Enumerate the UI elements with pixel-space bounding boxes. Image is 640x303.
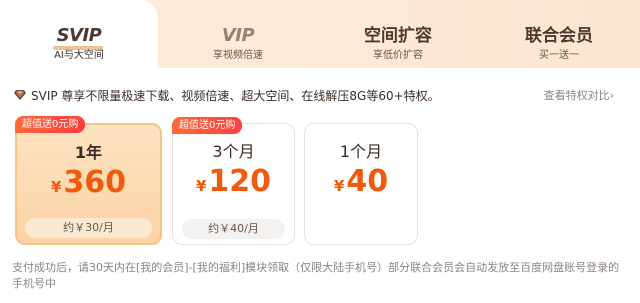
promo-badge: 超值送0元购 [172,117,243,134]
currency-symbol: ¥ [333,177,345,195]
plan-price: ¥120 [173,163,294,201]
tab-joint-subtitle: 买一送一 [539,50,579,61]
monthly-price: 约￥30/月 [25,218,152,238]
tab-svip-subtitle: AI与大空间 [54,50,104,61]
tab-vip-subtitle: 享视频倍速 [213,50,263,61]
tab-vip[interactable]: VIP 享视频倍速 [158,0,318,68]
chevron-right-icon: › [609,89,614,102]
tab-joint-membership[interactable]: 联合会员 买一送一 [478,0,640,68]
price-value: 40 [346,164,389,199]
plan-panel: SVIP 尊享不限量极速下载、视频倍速、超大空间、在线解压8G等60+特权。 查… [0,68,640,303]
description-text: SVIP 尊享不限量极速下载、视频倍速、超大空间、在线解压8G等60+特权。 [31,89,440,103]
product-tabs: SVIP AI与大空间 VIP 享视频倍速 空间扩容 享低价扩容 联合会员 买一… [0,0,640,68]
price-value: 120 [208,164,272,199]
diamond-icon [14,90,26,100]
plan-card-3months[interactable]: 超值送0元购 3个月 ¥120 约￥40/月 [172,117,295,245]
compare-privileges-link[interactable]: 查看特权对比› [544,88,614,104]
svip-description: SVIP 尊享不限量极速下载、视频倍速、超大空间、在线解压8G等60+特权。 [14,88,440,104]
tab-vip-title: VIP [221,25,255,46]
tab-storage-title: 空间扩容 [364,26,432,46]
monthly-price: 约￥40/月 [182,219,285,239]
tab-storage-expansion[interactable]: 空间扩容 享低价扩容 [318,0,478,68]
plan-card-1year[interactable]: 超值送0元购 1年 ¥360 约￥30/月 [15,116,162,245]
plan-period: 1个月 [339,142,383,161]
price-value: 360 [63,165,127,200]
tab-storage-subtitle: 享低价扩容 [373,50,423,61]
tab-svip-title: SVIP [56,25,102,46]
plan-price: ¥360 [17,164,160,202]
plan-period: 1年 [74,143,103,162]
plan-card-1month[interactable]: 1个月 ¥40 [304,123,418,245]
footnote-text: 支付成功后，请30天内在[我的会员]-[我的福利]模块领取（仅限大陆手机号）部分… [12,261,620,290]
compare-link-text: 查看特权对比 [543,89,610,102]
tab-joint-title: 联合会员 [525,26,593,46]
tab-svip[interactable]: SVIP AI与大空间 [0,0,158,68]
currency-symbol: ¥ [195,177,207,195]
plan-price: ¥40 [305,163,417,201]
promo-badge: 超值送0元购 [15,116,86,133]
currency-symbol: ¥ [50,178,62,196]
plan-period: 3个月 [212,142,255,161]
